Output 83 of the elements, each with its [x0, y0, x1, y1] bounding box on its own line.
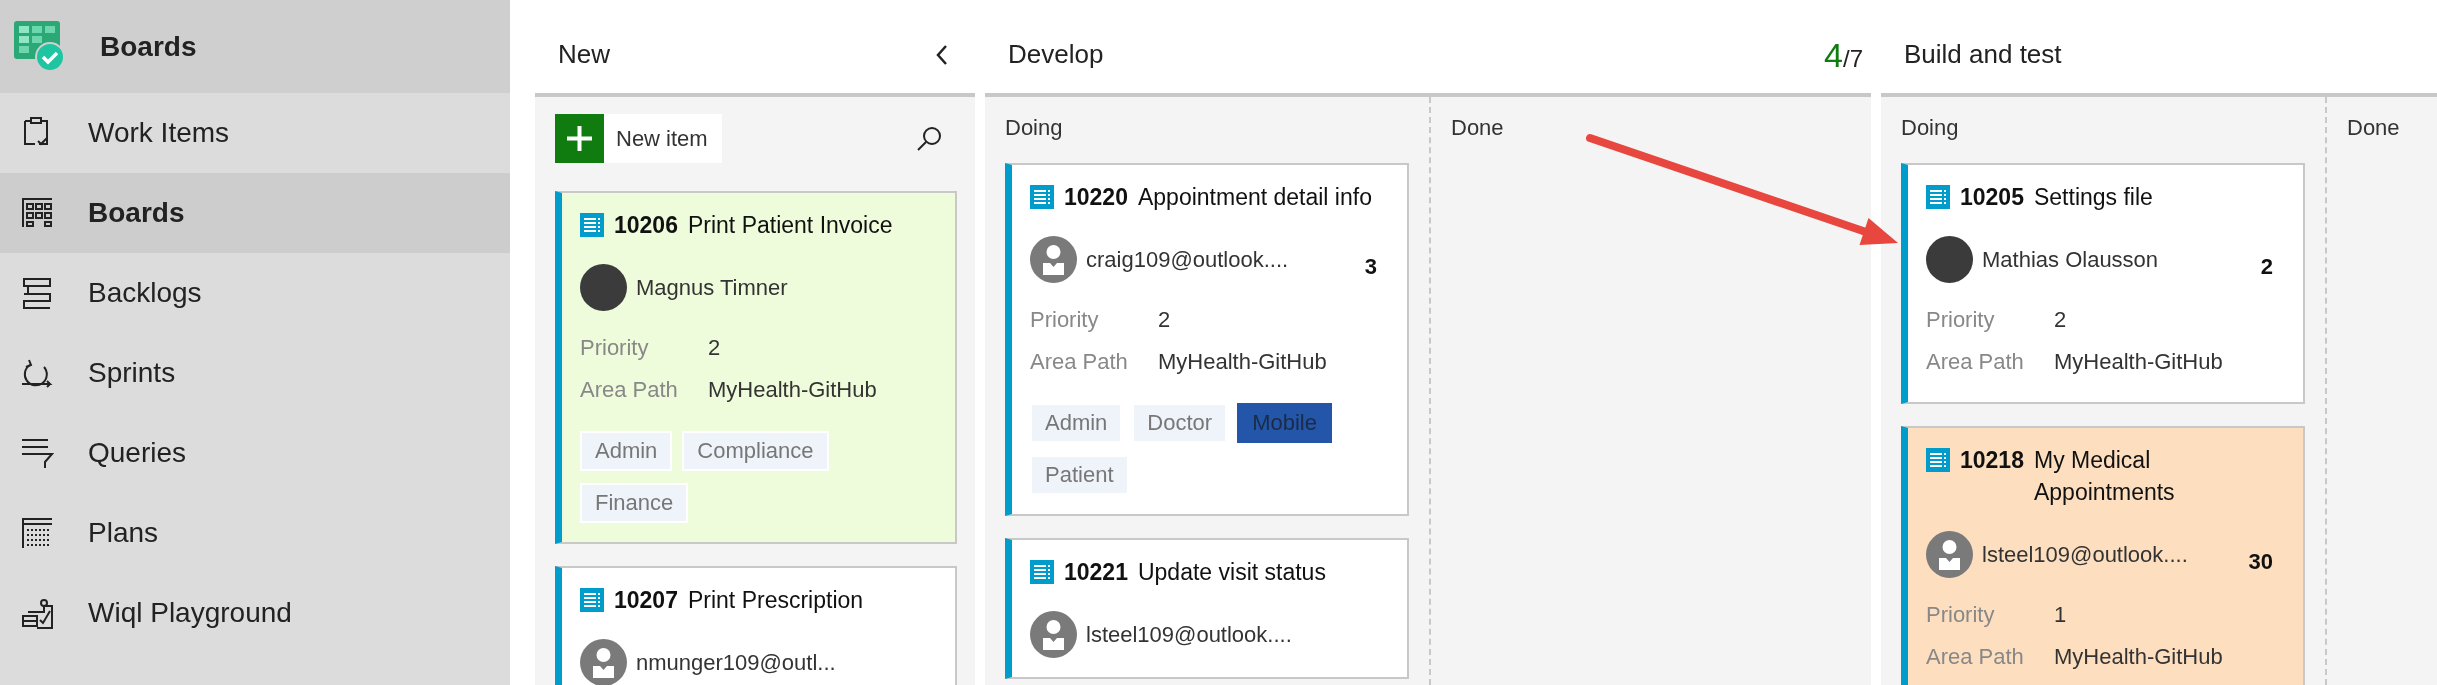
work-item-card[interactable]: 10218 My Medical Appointments lsteel109@outlook.... 30 Priority 1 Area Path MyHealth-GitHub [1901, 426, 2305, 685]
new-item-button[interactable]: New item [555, 114, 722, 163]
tag: Compliance [682, 431, 829, 471]
effort-value: 3 [1364, 253, 1377, 281]
user-avatar-icon [1926, 531, 1973, 578]
effort-value: 30 [2248, 548, 2273, 576]
search-icon [916, 125, 942, 152]
effort-value: 2 [2260, 253, 2273, 281]
work-item-icon [1030, 185, 1054, 209]
sidebar-title: Boards [100, 29, 197, 64]
lane-title: Doing [1901, 115, 1960, 141]
work-item-card[interactable]: 10205 Settings file Mathias Olausson 2 Priority 2 Area Path MyHealth-GitHub [1901, 163, 2305, 404]
field-value: 1 [2054, 602, 2067, 627]
lane-title: Done [1451, 115, 1505, 141]
work-item-id: 10220 [1064, 183, 1128, 212]
clipboard-stack-icon [20, 596, 54, 630]
field-label: Priority [1926, 306, 1996, 334]
field-value: MyHealth-GitHub [2054, 349, 2223, 374]
work-item-id: 10206 [614, 211, 678, 240]
work-item-card[interactable]: 10206 Print Patient Invoice Magnus Timner Priority 2 Area Path MyHealth-GitHub Admin Compliance Finance [555, 191, 957, 544]
work-item-id: 10221 [1064, 558, 1128, 587]
assignee-name: nmunger109@outl... [636, 649, 836, 677]
board-icon [20, 196, 54, 230]
column-title: Build and test [1904, 38, 2062, 70]
work-item-title: Update visit status [1137, 558, 1326, 587]
field-value: MyHealth-GitHub [2054, 644, 2223, 669]
tag: Patient [1030, 455, 1129, 495]
lane-title: Done [2347, 115, 2401, 141]
wip-limit: /7 [1843, 45, 1863, 74]
user-avatar-icon [1030, 236, 1077, 283]
assignee-name: Mathias Olausson [1982, 246, 2159, 274]
work-item-id: 10207 [614, 586, 678, 615]
work-item-title: Appointment detail info [1137, 183, 1372, 212]
field-label: Area Path [580, 376, 679, 404]
lane-title: Doing [1005, 115, 1064, 141]
column-title: New [558, 38, 610, 70]
work-item-icon [1926, 185, 1950, 209]
boards-logo-icon [14, 20, 64, 73]
work-item-icon [580, 588, 604, 612]
work-item-title: Settings file [2033, 183, 2153, 212]
chevron-left-icon [935, 44, 949, 66]
filter-list-icon [20, 436, 54, 470]
user-avatar-icon [580, 639, 627, 685]
field-value: MyHealth-GitHub [1158, 349, 1327, 374]
stacked-bars-icon [20, 276, 54, 310]
field-value: 2 [2054, 307, 2067, 332]
work-item-icon [1926, 448, 1950, 472]
field-label: Priority [580, 334, 650, 362]
work-item-id: 10205 [1960, 183, 2024, 212]
tag: Finance [580, 483, 689, 523]
assignee-name: lsteel109@outlook.... [1086, 621, 1292, 649]
assignee-name: craig109@outlook.... [1086, 246, 1289, 274]
field-value: 2 [1158, 307, 1171, 332]
field-label: Area Path [1926, 643, 2025, 671]
field-label: Priority [1926, 601, 1996, 629]
work-item-card[interactable]: 10221 Update visit status lsteel109@outlook.... [1005, 538, 1409, 679]
work-item-id: 10218 [1960, 446, 2024, 475]
work-item-title: My Medical Appointments [2033, 446, 2176, 507]
assignee-name: lsteel109@outlook.... [1982, 541, 2188, 569]
work-item-card[interactable]: 10207 Print Prescription nmunger109@outl... [555, 566, 957, 685]
calendar-grid-icon [20, 516, 54, 550]
field-label: Priority [1030, 306, 1100, 334]
avatar-photo [1926, 236, 1973, 283]
avatar-photo [580, 264, 627, 311]
work-item-title: Print Prescription [687, 586, 864, 615]
work-item-icon [580, 213, 604, 237]
work-item-card[interactable]: 10220 Appointment detail info craig109@outlook.... 3 Priority 2 Area Path MyHealth-GitHub Admin Doctor Mobile Patient [1005, 163, 1409, 516]
column-title: Develop [1008, 38, 1104, 70]
tag: Admin [1030, 403, 1123, 443]
work-item-icon [1030, 560, 1054, 584]
user-avatar-icon [1030, 611, 1077, 658]
field-value: MyHealth-GitHub [708, 377, 877, 402]
field-value: 2 [708, 335, 721, 360]
wip-count: 4 [1824, 38, 1843, 72]
field-label: Area Path [1926, 348, 2025, 376]
assignee-name: Magnus Timner [636, 274, 788, 302]
tag: Admin [580, 431, 673, 471]
tag: Doctor [1132, 403, 1228, 443]
tag: Mobile [1237, 403, 1332, 443]
sidebar-item[interactable]: Boards [0, 173, 510, 253]
work-item-title: Print Patient Invoice [687, 211, 893, 240]
plus-icon [555, 114, 604, 163]
field-label: Area Path [1030, 348, 1129, 376]
